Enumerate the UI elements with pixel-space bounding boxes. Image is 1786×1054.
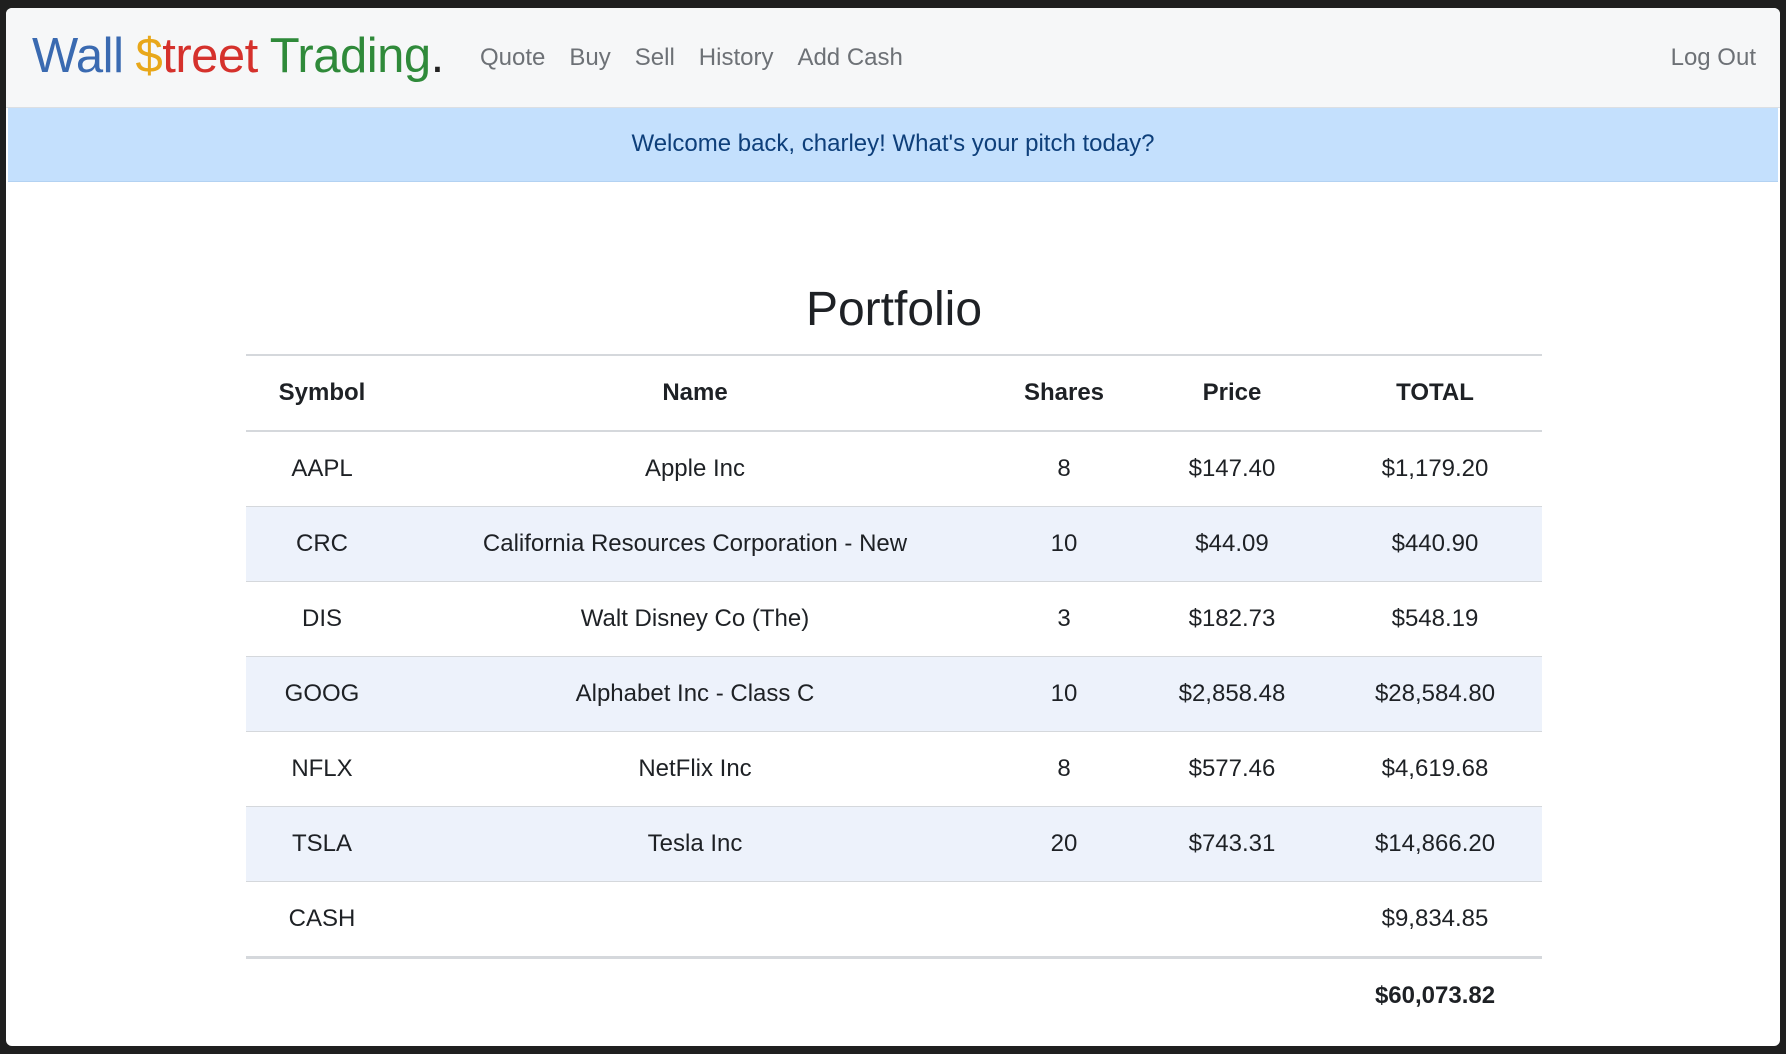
header-symbol: Symbol — [246, 354, 398, 432]
cell-shares: 8 — [992, 731, 1136, 807]
cell-total: $548.19 — [1328, 581, 1542, 657]
cash-total: $9,834.85 — [1328, 881, 1542, 959]
nav-links: Quote Buy Sell History Add Cash — [468, 42, 915, 74]
welcome-alert: Welcome back, charley! What's your pitch… — [8, 108, 1778, 182]
cell-total: $440.90 — [1328, 506, 1542, 582]
cash-label: CASH — [246, 881, 398, 959]
logout-link[interactable]: Log Out — [1671, 42, 1756, 74]
grand-total: $60,073.82 — [1374, 982, 1496, 1009]
cell-name: Tesla Inc — [398, 806, 992, 882]
navbar: Wall $treet Trading. Quote Buy Sell Histor… — [6, 8, 1780, 108]
nav-buy-link[interactable]: Buy — [557, 42, 622, 74]
cell-shares: 10 — [992, 506, 1136, 582]
header-price: Price — [1136, 354, 1328, 432]
table-row: NFLX NetFlix Inc 8 $577.46 $4,619.68 — [246, 731, 1542, 807]
cell-name: NetFlix Inc — [398, 731, 992, 807]
cash-row: CASH $9,834.85 — [246, 881, 1542, 959]
cell-symbol: AAPL — [246, 431, 398, 507]
main-content: Portfolio Symbol Name Shares Price TOTAL — [246, 278, 1542, 1033]
brand-trading: Trading — [269, 29, 431, 83]
browser-window: Wall $treet Trading. Quote Buy Sell Histor… — [6, 8, 1780, 1046]
portfolio-table: Symbol Name Shares Price TOTAL AAPL Appl… — [246, 354, 1542, 1033]
cell-name: Apple Inc — [398, 431, 992, 507]
cell-price: $743.31 — [1136, 806, 1328, 882]
brand-logo-link[interactable]: Wall $treet Trading. — [32, 26, 444, 86]
table-row: GOOG Alphabet Inc - Class C 10 $2,858.48… — [246, 656, 1542, 732]
cell-price: $44.09 — [1136, 506, 1328, 582]
cell-price: $2,858.48 — [1136, 656, 1328, 732]
cell-symbol: CRC — [246, 506, 398, 582]
cell-empty — [992, 958, 1136, 1034]
cell-shares: 8 — [992, 431, 1136, 507]
cell-total: $28,584.80 — [1328, 656, 1542, 732]
cell-total: $4,619.68 — [1328, 731, 1542, 807]
cell-name: California Resources Corporation - New — [398, 506, 992, 582]
cell-name: Alphabet Inc - Class C — [398, 656, 992, 732]
cell-empty — [398, 958, 992, 1034]
page-title: Portfolio — [805, 283, 983, 336]
nav-quote-link[interactable]: Quote — [468, 42, 557, 74]
cell-price: $182.73 — [1136, 581, 1328, 657]
table-row: TSLA Tesla Inc 20 $743.31 $14,866.20 — [246, 806, 1542, 882]
cell-name: Walt Disney Co (The) — [398, 581, 992, 657]
cell-empty — [1136, 958, 1328, 1034]
cell-shares: 3 — [992, 581, 1136, 657]
nav-history-link[interactable]: History — [687, 42, 786, 74]
grand-total-row: $60,073.82 — [246, 958, 1542, 1034]
cell-empty — [246, 958, 398, 1034]
table-header-row: Symbol Name Shares Price TOTAL — [246, 354, 1542, 432]
cell-total: $14,866.20 — [1328, 806, 1542, 882]
cell-symbol: GOOG — [246, 656, 398, 732]
table-row: AAPL Apple Inc 8 $147.40 $1,179.20 — [246, 431, 1542, 507]
header-shares: Shares — [992, 354, 1136, 432]
cell-shares: 10 — [992, 656, 1136, 732]
nav-add-cash-link[interactable]: Add Cash — [785, 42, 914, 74]
cell-symbol: TSLA — [246, 806, 398, 882]
cell-symbol: DIS — [246, 581, 398, 657]
table-row: DIS Walt Disney Co (The) 3 $182.73 $548.… — [246, 581, 1542, 657]
cell-total: $1,179.20 — [1328, 431, 1542, 507]
cell-symbol: NFLX — [246, 731, 398, 807]
cell-empty — [1136, 881, 1328, 959]
header-name: Name — [398, 354, 992, 432]
cell-empty — [398, 881, 992, 959]
header-total: TOTAL — [1328, 354, 1542, 432]
brand-treet: treet — [162, 29, 258, 83]
nav-sell-link[interactable]: Sell — [623, 42, 687, 74]
cell-price: $577.46 — [1136, 731, 1328, 807]
brand-dollar: $ — [135, 29, 163, 83]
brand-period: . — [430, 29, 445, 83]
brand-wall: Wall — [32, 29, 124, 83]
cell-empty — [992, 881, 1136, 959]
table-row: CRC California Resources Corporation - N… — [246, 506, 1542, 582]
cell-shares: 20 — [992, 806, 1136, 882]
cell-price: $147.40 — [1136, 431, 1328, 507]
